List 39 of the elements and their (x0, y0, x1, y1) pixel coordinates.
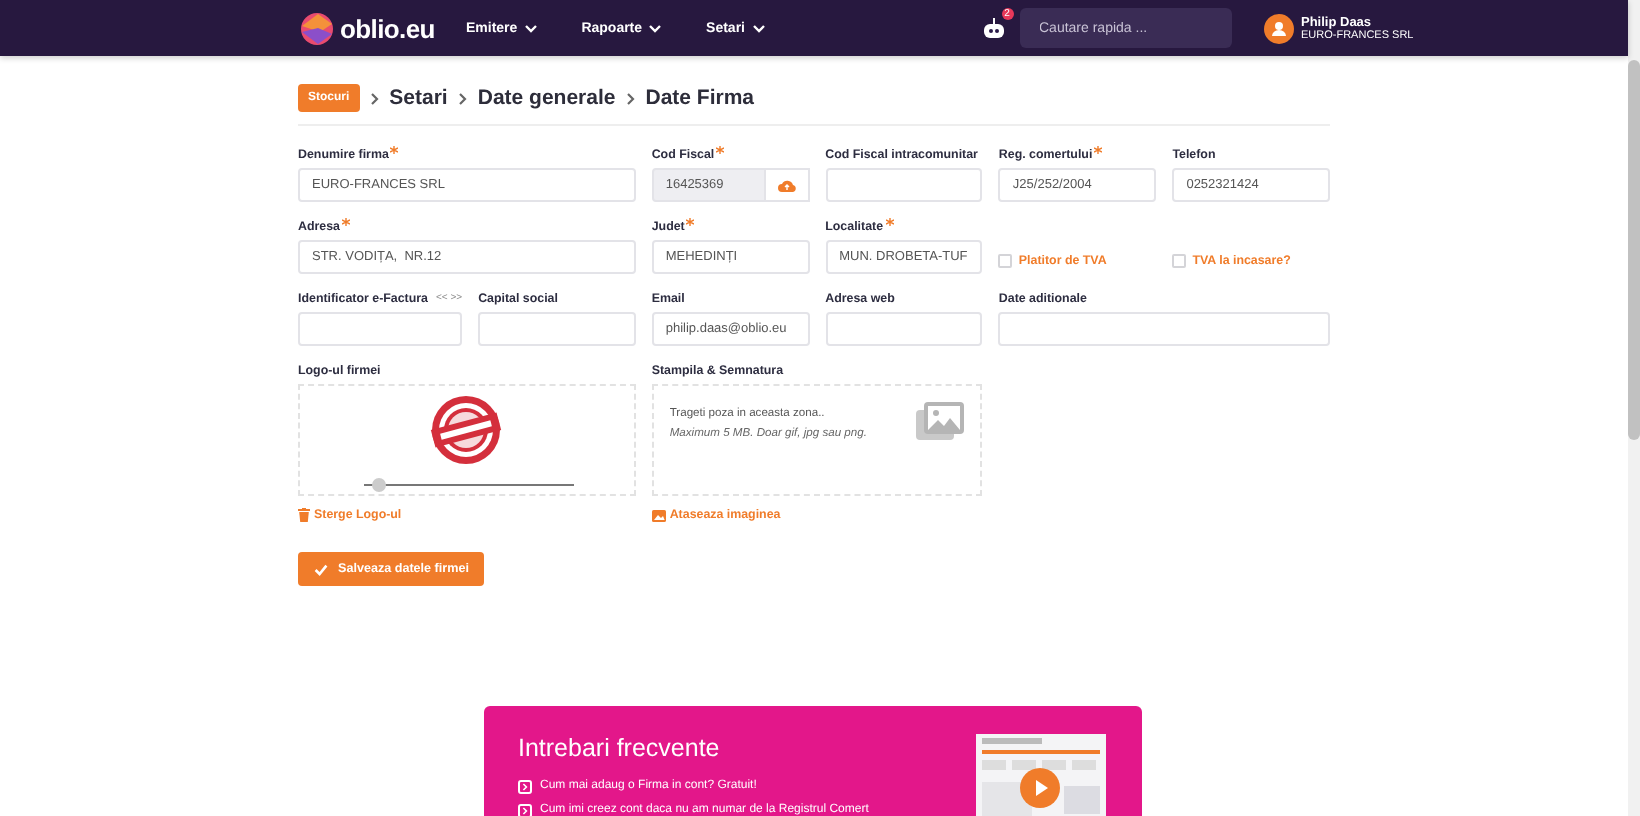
upload-button[interactable] (765, 168, 810, 202)
brand-name[interactable]: oblio.eu (340, 13, 435, 43)
logo-icon (300, 11, 334, 45)
breadcrumb-item[interactable]: Date generale (477, 86, 616, 110)
input-field[interactable] (825, 168, 983, 202)
required-icon (341, 218, 350, 226)
cloud-upload-icon (777, 178, 796, 192)
checkbox[interactable] (1172, 254, 1187, 268)
scrollbar[interactable] (1628, 0, 1640, 816)
required-icon (1094, 146, 1103, 154)
required-icon (716, 146, 725, 154)
input-field[interactable] (825, 312, 983, 346)
checkbox[interactable] (998, 254, 1013, 268)
chevron-icon (457, 91, 468, 105)
input-field[interactable] (998, 312, 1330, 346)
breadcrumb-item[interactable]: Setari (389, 86, 448, 110)
breadcrumb-item[interactable]: Date Firma (645, 86, 755, 110)
robot-icon[interactable] (981, 17, 1005, 39)
avatar-icon[interactable] (1263, 13, 1293, 43)
required-icon (390, 146, 399, 154)
input-field[interactable] (478, 312, 636, 346)
arrow-box-icon (518, 803, 532, 816)
drop-zone[interactable] (298, 384, 636, 496)
play-button[interactable] (1020, 768, 1060, 808)
check-icon (314, 563, 328, 575)
required-icon (885, 218, 894, 226)
image-icon (651, 509, 666, 521)
arrow-box-icon (518, 779, 532, 793)
faq-title: Intrebari frecvente (518, 734, 722, 762)
trash-icon (298, 508, 310, 522)
caret-icon (648, 23, 663, 33)
caret-icon (751, 23, 765, 33)
chevron-icon (369, 91, 380, 105)
slider-thumb[interactable] (372, 478, 387, 492)
caret-icon (523, 23, 538, 33)
input-field[interactable] (298, 312, 463, 346)
required-icon (686, 218, 695, 226)
images-icon (916, 402, 965, 442)
chevron-icon (625, 91, 636, 105)
